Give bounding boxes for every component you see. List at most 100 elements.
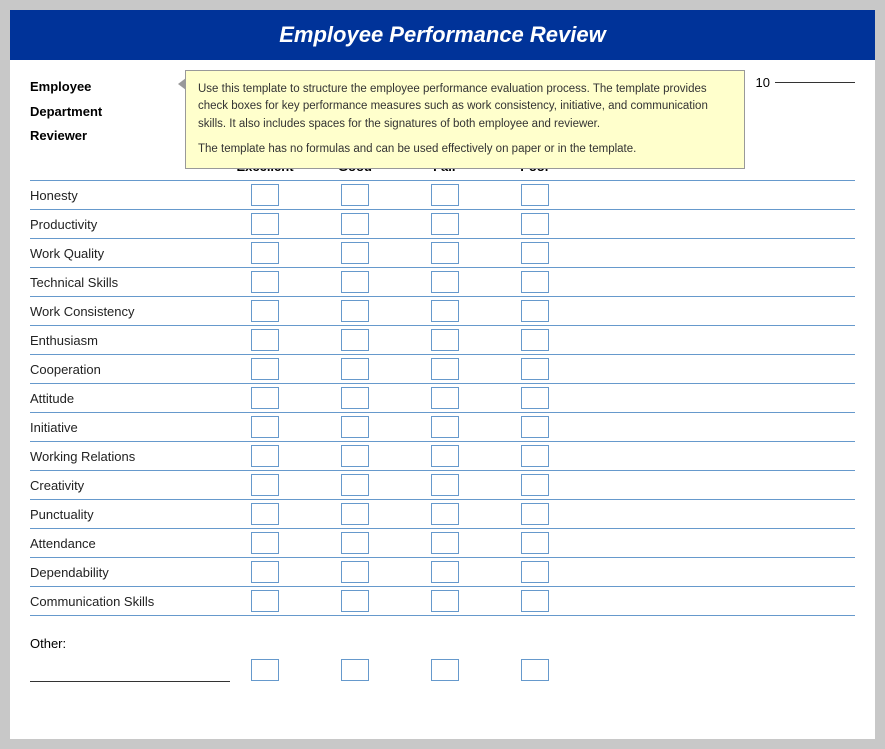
excellent-checkbox[interactable] <box>251 474 279 496</box>
good-checkbox[interactable] <box>341 271 369 293</box>
fair-checkbox[interactable] <box>431 271 459 293</box>
good-cell <box>310 355 400 383</box>
good-checkbox[interactable] <box>341 213 369 235</box>
good-checkbox[interactable] <box>341 184 369 206</box>
good-checkbox[interactable] <box>341 503 369 525</box>
poor-checkbox[interactable] <box>521 387 549 409</box>
poor-checkbox[interactable] <box>521 242 549 264</box>
poor-checkbox[interactable] <box>521 300 549 322</box>
fair-cell <box>400 355 490 383</box>
fair-checkbox[interactable] <box>431 561 459 583</box>
excellent-cell <box>220 355 310 383</box>
reviewer-label: Reviewer <box>30 124 190 149</box>
fair-cell <box>400 239 490 267</box>
fair-checkbox[interactable] <box>431 387 459 409</box>
criteria-row: Initiative <box>30 412 855 441</box>
tooltip-para-1: Use this template to structure the emplo… <box>198 81 732 133</box>
criteria-label: Creativity <box>30 475 220 496</box>
good-checkbox[interactable] <box>341 329 369 351</box>
excellent-checkbox[interactable] <box>251 445 279 467</box>
other-good-checkbox[interactable] <box>341 659 369 681</box>
good-checkbox[interactable] <box>341 358 369 380</box>
criteria-row: Productivity <box>30 209 855 238</box>
criteria-label: Cooperation <box>30 359 220 380</box>
criteria-checkboxes <box>220 500 855 528</box>
fair-checkbox[interactable] <box>431 242 459 264</box>
criteria-checkboxes <box>220 529 855 557</box>
poor-cell <box>490 297 580 325</box>
excellent-checkbox[interactable] <box>251 184 279 206</box>
poor-checkbox[interactable] <box>521 561 549 583</box>
other-section: Other: <box>30 636 855 684</box>
good-checkbox[interactable] <box>341 532 369 554</box>
criteria-label: Working Relations <box>30 446 220 467</box>
excellent-cell <box>220 587 310 615</box>
good-cell <box>310 210 400 238</box>
other-excellent-checkbox[interactable] <box>251 659 279 681</box>
criteria-row: Work Consistency <box>30 296 855 325</box>
criteria-section: HonestyProductivityWork QualityTechnical… <box>30 180 855 616</box>
criteria-row: Work Quality <box>30 238 855 267</box>
excellent-checkbox[interactable] <box>251 561 279 583</box>
good-checkbox[interactable] <box>341 242 369 264</box>
poor-checkbox[interactable] <box>521 416 549 438</box>
fair-checkbox[interactable] <box>431 184 459 206</box>
other-input-line[interactable] <box>30 664 230 682</box>
excellent-checkbox[interactable] <box>251 416 279 438</box>
criteria-row: Technical Skills <box>30 267 855 296</box>
fair-checkbox[interactable] <box>431 213 459 235</box>
fair-checkbox[interactable] <box>431 358 459 380</box>
excellent-checkbox[interactable] <box>251 242 279 264</box>
poor-checkbox[interactable] <box>521 358 549 380</box>
good-checkbox[interactable] <box>341 445 369 467</box>
excellent-checkbox[interactable] <box>251 213 279 235</box>
fair-checkbox[interactable] <box>431 329 459 351</box>
poor-checkbox[interactable] <box>521 445 549 467</box>
excellent-checkbox[interactable] <box>251 271 279 293</box>
good-cell <box>310 384 400 412</box>
poor-checkbox[interactable] <box>521 474 549 496</box>
excellent-checkbox[interactable] <box>251 503 279 525</box>
good-cell <box>310 587 400 615</box>
excellent-checkbox[interactable] <box>251 590 279 612</box>
good-checkbox[interactable] <box>341 416 369 438</box>
fair-checkbox[interactable] <box>431 300 459 322</box>
other-poor-checkbox[interactable] <box>521 659 549 681</box>
good-cell <box>310 268 400 296</box>
poor-checkbox[interactable] <box>521 329 549 351</box>
excellent-checkbox[interactable] <box>251 300 279 322</box>
good-checkbox[interactable] <box>341 474 369 496</box>
fair-checkbox[interactable] <box>431 590 459 612</box>
criteria-label: Attitude <box>30 388 220 409</box>
excellent-checkbox[interactable] <box>251 358 279 380</box>
fair-checkbox[interactable] <box>431 532 459 554</box>
fair-cell <box>400 529 490 557</box>
poor-checkbox[interactable] <box>521 271 549 293</box>
good-checkbox[interactable] <box>341 590 369 612</box>
good-cell <box>310 239 400 267</box>
criteria-row: Creativity <box>30 470 855 499</box>
fair-checkbox[interactable] <box>431 503 459 525</box>
fair-cell <box>400 500 490 528</box>
other-fair-checkbox[interactable] <box>431 659 459 681</box>
poor-checkbox[interactable] <box>521 503 549 525</box>
date-input-line[interactable] <box>775 82 855 83</box>
fair-checkbox[interactable] <box>431 474 459 496</box>
excellent-checkbox[interactable] <box>251 387 279 409</box>
excellent-checkbox[interactable] <box>251 329 279 351</box>
excellent-cell <box>220 297 310 325</box>
good-cell <box>310 500 400 528</box>
poor-checkbox[interactable] <box>521 213 549 235</box>
fair-checkbox[interactable] <box>431 416 459 438</box>
excellent-cell <box>220 471 310 499</box>
poor-checkbox[interactable] <box>521 590 549 612</box>
good-checkbox[interactable] <box>341 561 369 583</box>
excellent-checkbox[interactable] <box>251 532 279 554</box>
good-cell <box>310 442 400 470</box>
poor-checkbox[interactable] <box>521 532 549 554</box>
poor-checkbox[interactable] <box>521 184 549 206</box>
criteria-row: Communication Skills <box>30 586 855 616</box>
good-checkbox[interactable] <box>341 387 369 409</box>
good-checkbox[interactable] <box>341 300 369 322</box>
fair-checkbox[interactable] <box>431 445 459 467</box>
